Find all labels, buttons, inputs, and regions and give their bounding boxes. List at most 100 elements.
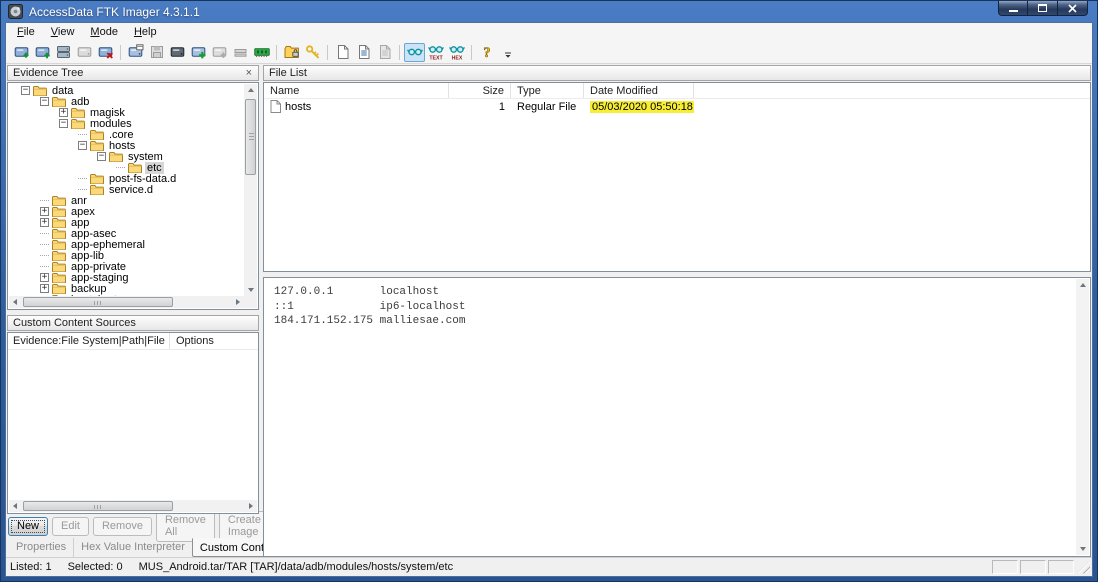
remove-all-evidence-items-button[interactable] bbox=[95, 43, 116, 62]
expander-minus-icon[interactable]: − bbox=[59, 119, 68, 128]
file-list: NameSizeTypeDate Modified hosts1Regular … bbox=[263, 82, 1091, 272]
image-mounting-button[interactable] bbox=[53, 43, 74, 62]
expander-plus-icon[interactable]: + bbox=[59, 108, 68, 117]
column-header-type[interactable]: Type bbox=[511, 83, 584, 98]
expander-minus-icon[interactable]: − bbox=[21, 86, 30, 95]
menu-mode[interactable]: Mode bbox=[82, 24, 126, 41]
menu-view[interactable]: View bbox=[43, 24, 83, 41]
folder-icon bbox=[52, 228, 66, 239]
folder-icon bbox=[52, 239, 66, 250]
tab-hex-value-interpreter[interactable]: Hex Value Interpreter bbox=[73, 538, 192, 557]
capture-memory-button[interactable] bbox=[251, 43, 272, 62]
maximize-button[interactable] bbox=[1028, 1, 1058, 16]
expander-plus-icon[interactable]: + bbox=[40, 284, 49, 293]
tree-horizontal-scrollbar[interactable] bbox=[9, 296, 244, 308]
tree-node-adb[interactable]: −adb bbox=[9, 96, 244, 107]
add-all-attached-devices-button[interactable] bbox=[32, 43, 53, 62]
close-button[interactable] bbox=[1058, 1, 1088, 16]
tree-node-etc[interactable]: etc bbox=[9, 162, 244, 173]
window-title: AccessData FTK Imager 4.3.1.1 bbox=[29, 5, 200, 19]
image-mounting-icon bbox=[56, 44, 72, 60]
tree-node-anr[interactable]: anr bbox=[9, 195, 244, 206]
tree-vertical-scrollbar[interactable] bbox=[244, 84, 257, 296]
view-hex-button[interactable]: HEX bbox=[446, 43, 467, 62]
tree-node-magisk[interactable]: +magisk bbox=[9, 107, 244, 118]
file-row-hosts[interactable]: hosts1Regular File05/03/2020 05:50:18 bbox=[264, 99, 1090, 114]
column-header-date-modified[interactable]: Date Modified bbox=[584, 83, 694, 98]
tree-node-app[interactable]: +app bbox=[9, 217, 244, 228]
new-button[interactable]: New bbox=[8, 517, 48, 536]
status-pane bbox=[1020, 560, 1046, 574]
tree-node-post-fs-data.d[interactable]: post-fs-data.d bbox=[9, 173, 244, 184]
tree-connector bbox=[78, 178, 87, 179]
create-disk-image-icon bbox=[128, 44, 144, 60]
file-icon bbox=[270, 100, 281, 113]
add-evidence-item-button[interactable] bbox=[11, 43, 32, 62]
tree-node-data[interactable]: −data bbox=[9, 85, 244, 96]
folder-icon bbox=[52, 283, 66, 294]
expander-plus-icon[interactable]: + bbox=[40, 218, 49, 227]
expander-minus-icon[interactable]: − bbox=[97, 152, 106, 161]
expander-plus-icon[interactable]: + bbox=[40, 207, 49, 216]
toolbar: TEXT HEX? bbox=[6, 41, 1092, 64]
remove-evidence-item-button bbox=[74, 43, 95, 62]
tree-node-modules[interactable]: −modules bbox=[9, 118, 244, 129]
create-disk-image-button[interactable] bbox=[125, 43, 146, 62]
expander-plus-icon[interactable]: + bbox=[40, 273, 49, 282]
ccs-horizontal-scrollbar[interactable] bbox=[9, 500, 257, 512]
tree-node-system[interactable]: −system bbox=[9, 151, 244, 162]
export-files-icon bbox=[335, 44, 351, 60]
evidence-tree: −data−adb+magisk−modules.core−hosts−syst… bbox=[7, 82, 259, 310]
column-header-size[interactable]: Size bbox=[449, 83, 511, 98]
pane-close-icon[interactable]: × bbox=[245, 68, 253, 78]
tree-node-apex[interactable]: +apex bbox=[9, 206, 244, 217]
evidence-tree-header: Evidence Tree × bbox=[7, 65, 259, 81]
tree-node-service.d[interactable]: service.d bbox=[9, 184, 244, 195]
tree-scroll-thumb[interactable] bbox=[245, 99, 256, 175]
menu-file[interactable]: File bbox=[9, 24, 43, 41]
view-text-button[interactable]: TEXT bbox=[425, 43, 446, 62]
toolbar-overflow-icon bbox=[500, 44, 516, 60]
tree-node-.core[interactable]: .core bbox=[9, 129, 244, 140]
help-button[interactable]: ? bbox=[476, 43, 497, 62]
resize-grip[interactable] bbox=[1077, 561, 1090, 574]
tree-node-backup[interactable]: +backup bbox=[9, 283, 244, 294]
tree-node-app-staging[interactable]: +app-staging bbox=[9, 272, 244, 283]
status-pane bbox=[1048, 560, 1074, 574]
column-header-name[interactable]: Name bbox=[264, 83, 449, 98]
viewer-vertical-scrollbar[interactable] bbox=[1076, 279, 1089, 555]
tree-node-app-lib[interactable]: app-lib bbox=[9, 250, 244, 261]
tree-node-app-asec[interactable]: app-asec bbox=[9, 228, 244, 239]
detect-efs-encryption-button[interactable] bbox=[302, 43, 323, 62]
menu-help[interactable]: Help bbox=[126, 24, 165, 41]
scroll-down-icon bbox=[1080, 547, 1086, 551]
minimize-button[interactable] bbox=[998, 1, 1028, 16]
view-automatic-button[interactable] bbox=[404, 43, 425, 62]
svg-text:HEX: HEX bbox=[451, 56, 462, 61]
scroll-up-icon bbox=[1080, 283, 1086, 287]
column-header-options[interactable]: Options bbox=[170, 335, 214, 347]
export-file-hash-list-button[interactable] bbox=[353, 43, 374, 62]
obtain-protected-files-button[interactable] bbox=[281, 43, 302, 62]
expander-minus-icon[interactable]: − bbox=[40, 97, 49, 106]
export-logical-image-button[interactable] bbox=[167, 43, 188, 62]
tab-properties[interactable]: Properties bbox=[9, 538, 73, 557]
tree-node-hosts[interactable]: −hosts bbox=[9, 140, 244, 151]
folder-icon bbox=[52, 217, 66, 228]
expander-minus-icon[interactable]: − bbox=[78, 141, 87, 150]
tree-hscroll-thumb[interactable] bbox=[23, 297, 173, 307]
tree-connector bbox=[78, 134, 87, 135]
toolbar-overflow-button[interactable] bbox=[497, 43, 518, 62]
folder-icon bbox=[90, 173, 104, 184]
column-header-evidence-path[interactable]: Evidence:File System|Path|File bbox=[8, 333, 170, 349]
detect-efs-encryption-icon bbox=[305, 44, 321, 60]
svg-text:?: ? bbox=[483, 45, 490, 60]
toolbar-separator bbox=[276, 45, 277, 60]
remove-button: Remove bbox=[93, 517, 152, 536]
ccs-hscroll-thumb[interactable] bbox=[23, 501, 173, 511]
view-hex-icon: HEX bbox=[449, 44, 465, 60]
tree-node-app-ephemeral[interactable]: app-ephemeral bbox=[9, 239, 244, 250]
tree-node-app-private[interactable]: app-private bbox=[9, 261, 244, 272]
export-files-button[interactable] bbox=[332, 43, 353, 62]
add-to-custom-content-image-button[interactable] bbox=[188, 43, 209, 62]
